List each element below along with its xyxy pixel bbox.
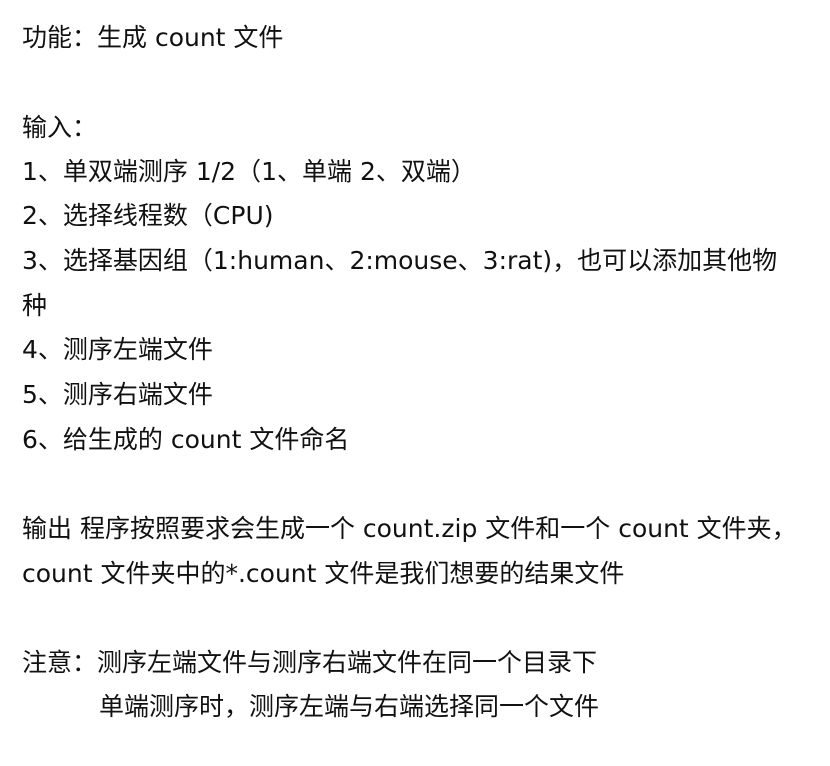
note-line-2: 单端测序时，测序左端与右端选择同一个文件 bbox=[99, 692, 600, 721]
input-item-4: 4、测序左端文件 bbox=[22, 335, 213, 364]
input-item-1: 1、单双端测序 1/2（1、单端 2、双端） bbox=[22, 157, 476, 186]
input-item-2: 2、选择线程数（CPU) bbox=[22, 201, 274, 230]
output-description-continuation: count 文件夹中的*.count 文件是我们想要的结果文件 bbox=[22, 559, 625, 588]
output-description: 输出 程序按照要求会生成一个 count.zip 文件和一个 count 文件夹… bbox=[22, 514, 797, 543]
document-page: 功能：生成 count 文件 输入： 1、单双端测序 1/2（1、单端 2、双端… bbox=[0, 0, 830, 766]
note-line-1: 注意：测序左端文件与测序右端文件在同一个目录下 bbox=[22, 648, 598, 677]
input-heading: 输入： bbox=[22, 113, 98, 142]
input-item-3: 3、选择基因组（1:human、2:mouse、3:rat)，也可以添加其他物 bbox=[22, 246, 778, 275]
function-description: 功能：生成 count 文件 bbox=[22, 23, 284, 52]
input-item-3-continuation: 种 bbox=[22, 291, 48, 320]
input-item-6: 6、给生成的 count 文件命名 bbox=[22, 425, 350, 454]
input-item-5: 5、测序右端文件 bbox=[22, 380, 213, 409]
